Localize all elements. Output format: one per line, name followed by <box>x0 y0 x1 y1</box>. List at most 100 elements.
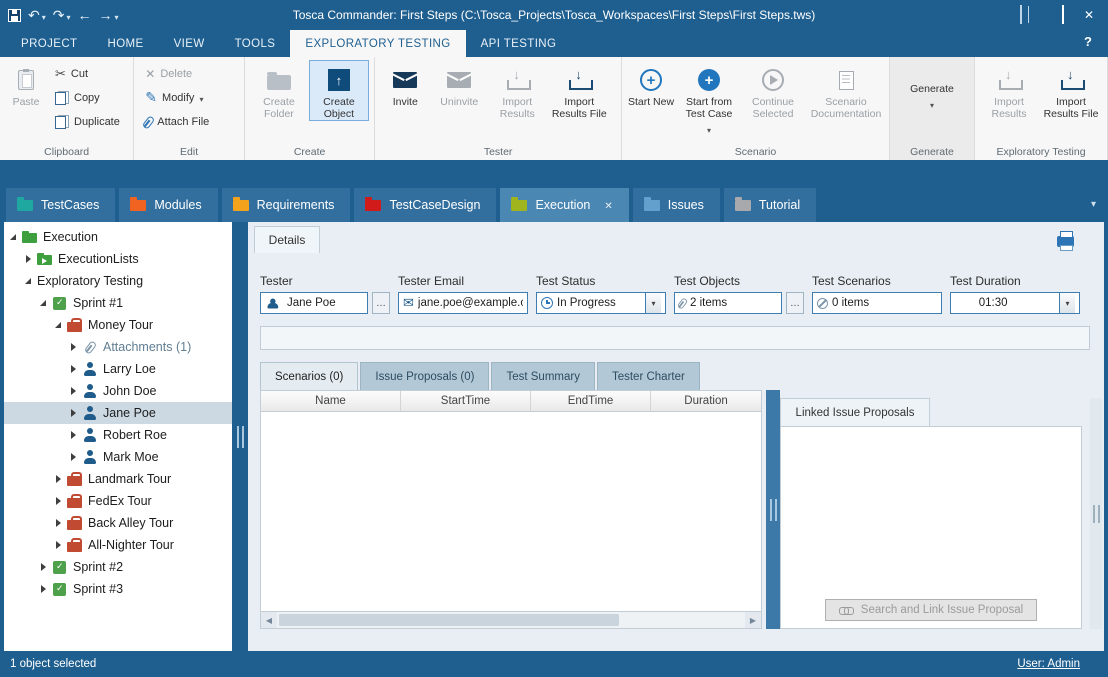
right-panel-splitter[interactable] <box>1090 398 1102 629</box>
tree-item-back-alley-tour[interactable]: Back Alley Tour <box>4 512 232 534</box>
test-duration-field[interactable]: 01:30 <box>950 292 1080 314</box>
tester-browse-button[interactable]: … <box>372 292 390 314</box>
tester-field[interactable]: Jane Poe <box>260 292 368 314</box>
expander-icon[interactable] <box>68 363 80 375</box>
save-button[interactable] <box>8 9 21 22</box>
column-header-endtime[interactable]: EndTime <box>531 391 651 411</box>
duplicate-button[interactable]: Duplicate <box>48 111 127 133</box>
scroll-right-arrow-icon[interactable]: ▶ <box>745 612 761 628</box>
workspace-tab-requirements[interactable]: Requirements <box>222 188 351 222</box>
expander-icon[interactable] <box>8 231 20 243</box>
modify-dropdown-icon[interactable] <box>199 89 203 107</box>
column-header-starttime[interactable]: StartTime <box>401 391 531 411</box>
generate-dropdown-icon[interactable] <box>930 95 934 113</box>
notes-input[interactable] <box>260 326 1090 350</box>
scroll-left-arrow-icon[interactable]: ◀ <box>261 612 277 628</box>
tester-import-results-file-button[interactable]: Import Results File <box>547 60 611 121</box>
expander-icon[interactable] <box>53 539 65 551</box>
horizontal-scrollbar[interactable]: ◀ ▶ <box>260 612 762 629</box>
expander-icon[interactable] <box>23 275 35 287</box>
close-tab-icon[interactable] <box>598 198 612 212</box>
expander-icon[interactable] <box>38 297 50 309</box>
column-header-name[interactable]: Name <box>261 391 401 411</box>
tree-item-attachments[interactable]: Attachments (1) <box>4 336 232 358</box>
tree-item-all-nighter-tour[interactable]: All-Nighter Tour <box>4 534 232 556</box>
test-objects-field[interactable]: 2 items <box>674 292 782 314</box>
subtab-tester-charter[interactable]: Tester Charter <box>597 362 700 390</box>
expander-icon[interactable] <box>38 583 50 595</box>
test-scenarios-field[interactable]: 0 items <box>812 292 942 314</box>
details-tab[interactable]: Details <box>254 226 320 253</box>
start-from-dropdown-icon[interactable] <box>707 120 711 138</box>
workspace-tab-tutorial[interactable]: Tutorial <box>724 188 816 222</box>
expander-icon[interactable] <box>53 473 65 485</box>
exploratory-import-results-file-button[interactable]: Import Results File <box>1039 60 1103 121</box>
user-admin-link[interactable]: User: Admin <box>1017 658 1080 670</box>
scrollbar-thumb[interactable] <box>279 614 619 626</box>
workspace-tab-execution[interactable]: Execution <box>500 188 628 222</box>
undo-button[interactable] <box>28 7 46 24</box>
generate-button[interactable]: Generate <box>894 60 970 114</box>
workspace-tab-issues[interactable]: Issues <box>633 188 720 222</box>
test-objects-browse-button[interactable]: … <box>786 292 804 314</box>
copy-button[interactable]: Copy <box>48 87 127 109</box>
expander-icon[interactable] <box>53 319 65 331</box>
expander-icon[interactable] <box>68 385 80 397</box>
tree-item-sprint-3[interactable]: Sprint #3 <box>4 578 232 600</box>
delete-button[interactable]: Delete <box>138 63 216 85</box>
test-status-field[interactable]: In Progress <box>536 292 666 314</box>
tab-home[interactable]: HOME <box>92 30 158 57</box>
print-icon[interactable] <box>1057 236 1074 247</box>
subtab-scenarios[interactable]: Scenarios (0) <box>260 362 358 390</box>
tester-import-results-button[interactable]: Import Results <box>487 60 547 121</box>
invite-button[interactable]: Invite <box>379 60 431 121</box>
workspace-tab-modules[interactable]: Modules <box>119 188 217 222</box>
scenarios-table-body[interactable] <box>260 412 762 612</box>
navigate-dropdown-icon[interactable] <box>115 7 119 23</box>
continue-selected-button[interactable]: Continue Selected <box>742 60 804 139</box>
tree-item-mark-moe[interactable]: Mark Moe <box>4 446 232 468</box>
expander-icon[interactable] <box>68 407 80 419</box>
tester-email-field[interactable]: jane.poe@example.c <box>398 292 528 314</box>
undo-dropdown-icon[interactable] <box>42 7 46 23</box>
tree-item-larry-loe[interactable]: Larry Loe <box>4 358 232 380</box>
create-object-button[interactable]: Create Object <box>309 60 369 121</box>
expander-icon[interactable] <box>68 341 80 353</box>
tree-item-robert-roe[interactable]: Robert Roe <box>4 424 232 446</box>
tab-tools[interactable]: TOOLS <box>220 30 291 57</box>
column-header-duration[interactable]: Duration <box>651 391 761 411</box>
expander-icon[interactable] <box>68 429 80 441</box>
linked-issue-proposals-tab[interactable]: Linked Issue Proposals <box>780 398 930 426</box>
subtab-issue-proposals[interactable]: Issue Proposals (0) <box>360 362 489 390</box>
uninvite-button[interactable]: Uninvite <box>431 60 487 121</box>
tree-item-fedex-tour[interactable]: FedEx Tour <box>4 490 232 512</box>
tree-item-sprint-1[interactable]: Sprint #1 <box>4 292 232 314</box>
search-and-link-issue-proposal-button[interactable]: Search and Link Issue Proposal <box>825 599 1037 621</box>
help-button[interactable]: ? <box>1084 34 1092 49</box>
workspace-tab-testcases[interactable]: TestCases <box>6 188 115 222</box>
start-from-test-case-button[interactable]: Start from Test Case <box>676 60 742 139</box>
expander-icon[interactable] <box>38 561 50 573</box>
tree-item-john-doe[interactable]: John Doe <box>4 380 232 402</box>
maximize-button[interactable] <box>1062 6 1064 24</box>
expander-icon[interactable] <box>23 253 35 265</box>
tree-details-splitter[interactable] <box>232 222 248 651</box>
expander-icon[interactable] <box>53 517 65 529</box>
create-folder-button[interactable]: Create Folder <box>249 60 309 121</box>
test-duration-dropdown-button[interactable] <box>1059 293 1075 313</box>
tree-item-execution[interactable]: Execution <box>4 226 232 248</box>
tab-project[interactable]: PROJECT <box>6 30 92 57</box>
expander-icon[interactable] <box>68 451 80 463</box>
tab-api-testing[interactable]: API TESTING <box>466 30 572 57</box>
redo-dropdown-icon[interactable] <box>66 7 70 23</box>
close-button[interactable] <box>1084 6 1094 24</box>
expander-icon[interactable] <box>53 495 65 507</box>
cut-button[interactable]: Cut <box>48 63 127 85</box>
redo-button[interactable] <box>53 7 71 24</box>
workspace-tab-testcasedesign[interactable]: TestCaseDesign <box>354 188 496 222</box>
exploratory-import-results-button[interactable]: Import Results <box>979 60 1039 121</box>
tree-item-exploratory-testing[interactable]: Exploratory Testing <box>4 270 232 292</box>
tree-item-sprint-2[interactable]: Sprint #2 <box>4 556 232 578</box>
modify-button[interactable]: Modify <box>138 87 216 109</box>
subtab-test-summary[interactable]: Test Summary <box>491 362 595 390</box>
